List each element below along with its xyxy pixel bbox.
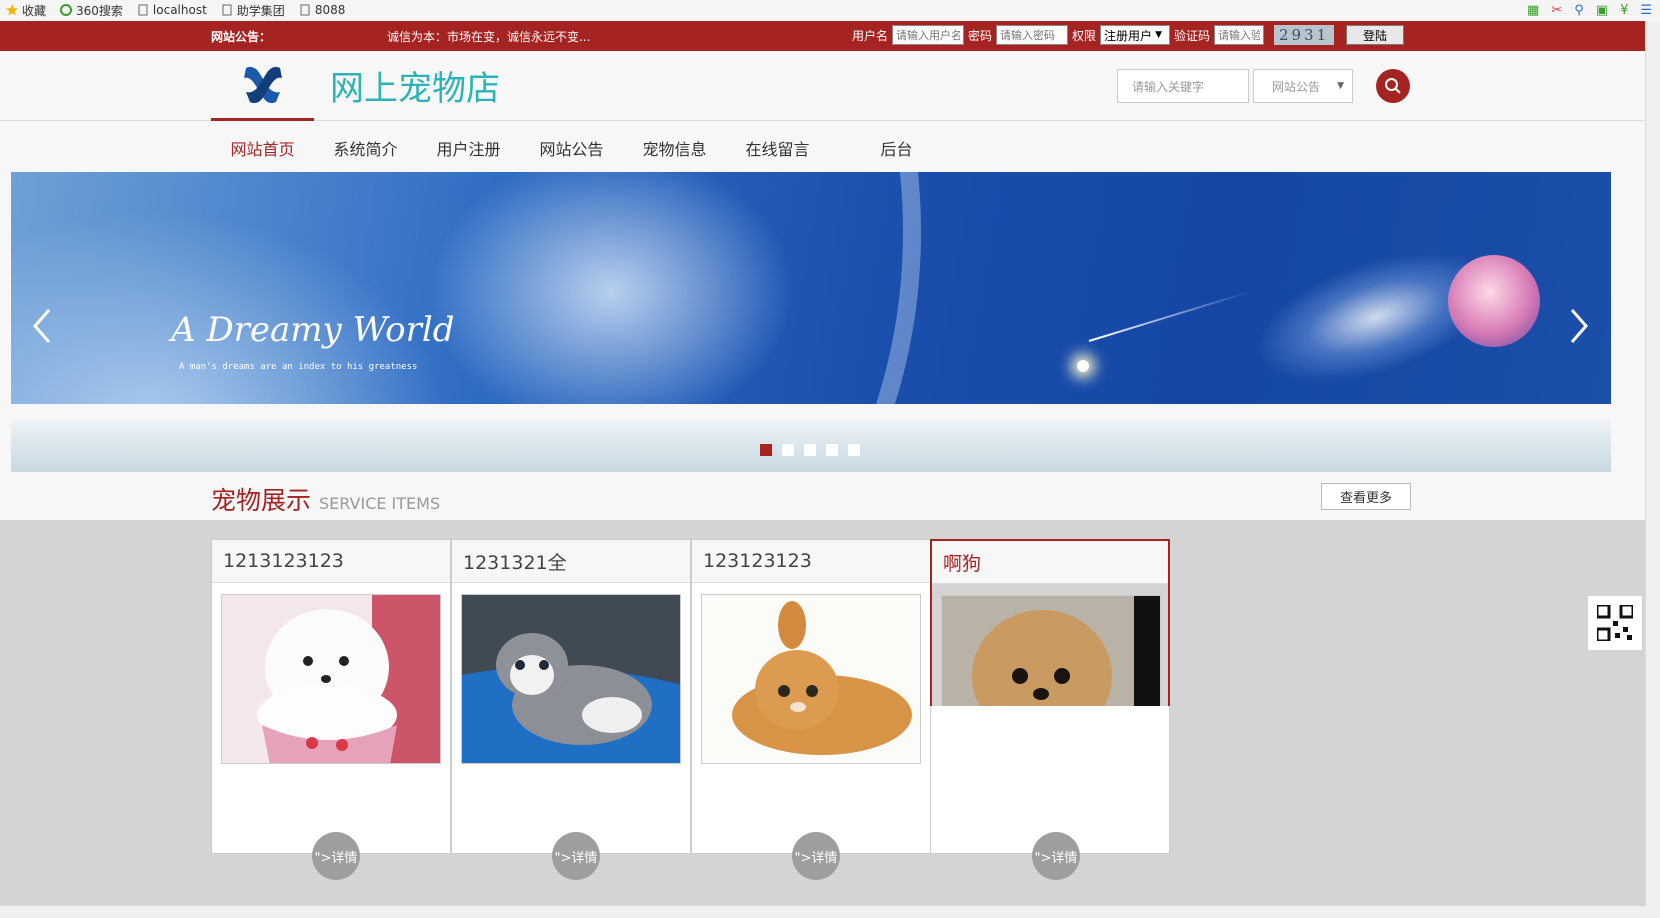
nav-admin[interactable]: 后台 — [845, 136, 948, 160]
dropdown-arrow-icon: ▼ — [1337, 81, 1344, 91]
search-icon — [1385, 78, 1401, 94]
logo-icon — [243, 66, 282, 103]
bookmarks-bar: 收藏 360搜索 localhost 助学集团 8088 ▦ ✂ ⚲ ▣ ¥ ☰ — [0, 0, 1660, 20]
scissors-icon[interactable]: ✂ — [1551, 3, 1562, 18]
page-icon — [137, 4, 149, 16]
orange-kitten-photo[interactable] — [701, 594, 921, 764]
nav-home[interactable]: 网站首页 — [211, 136, 314, 160]
carousel-dot[interactable] — [826, 444, 838, 456]
browser-toolbar-icons: ▦ ✂ ⚲ ▣ ¥ ☰ — [1527, 0, 1660, 20]
pet-card[interactable]: 123123123 — [691, 539, 931, 854]
captcha-input[interactable] — [1214, 25, 1265, 45]
section-title-cn: 宠物展示 — [211, 486, 312, 515]
login-button[interactable]: 登陆 — [1346, 25, 1405, 45]
username-input[interactable] — [892, 25, 965, 45]
game-icon[interactable]: ▣ — [1596, 3, 1608, 18]
banner-subtitle: A man's dreams are an index to his great… — [179, 362, 418, 372]
pet-detail-button[interactable]: ">详情 — [792, 832, 840, 880]
page-scrollbar[interactable] — [1645, 21, 1660, 906]
dropdown-arrow-icon: ▼ — [1155, 30, 1162, 40]
carousel-dot[interactable] — [782, 444, 794, 456]
login-form: 用户名 密码 权限 注册用户 ▼ 验证码 2931 登陆 — [852, 25, 1405, 45]
chevron-right-icon[interactable] — [1566, 306, 1590, 346]
username-label: 用户名 — [852, 28, 889, 43]
qr-code[interactable] — [1588, 596, 1642, 650]
page-icon — [221, 4, 233, 16]
bookmark-8088[interactable]: 8088 — [299, 3, 345, 17]
nav-announcements[interactable]: 网站公告 — [520, 136, 623, 160]
main-nav: 网站首页 系统简介 用户注册 网站公告 宠物信息 在线留言 后台 — [211, 136, 948, 160]
search-icon[interactable]: ⚲ — [1574, 3, 1584, 18]
view-more-button[interactable]: 查看更多 — [1321, 483, 1411, 510]
site-title: 网上宠物店 — [330, 69, 500, 109]
extension-icon[interactable]: ▦ — [1527, 3, 1539, 18]
pet-name: 1231321全 — [452, 540, 690, 583]
pet-name: 啊狗 — [932, 541, 1168, 584]
pet-detail-button[interactable]: ">详情 — [552, 832, 600, 880]
bookmark-zhuxue[interactable]: 助学集团 — [221, 2, 285, 19]
captcha-label: 验证码 — [1174, 28, 1211, 43]
browser-status-bar — [0, 906, 1660, 918]
star-icon — [6, 4, 18, 16]
nav-pet-info[interactable]: 宠物信息 — [623, 136, 726, 160]
section-title-en: SERVICE ITEMS — [319, 494, 441, 513]
gray-kitten-photo[interactable] — [461, 594, 681, 764]
nav-messages[interactable]: 在线留言 — [726, 136, 829, 160]
qr-code-icon — [1597, 605, 1633, 641]
keyword-search-input[interactable]: 请输入关键字 — [1117, 69, 1249, 103]
notice-marquee[interactable]: 诚信为本：市场在变，诚信永远不变... — [387, 28, 590, 45]
pet-card[interactable]: 1213123123 — [211, 539, 451, 854]
captcha-image[interactable]: 2931 — [1274, 25, 1335, 45]
role-select[interactable]: 注册用户 ▼ — [1100, 25, 1171, 45]
pet-card-active[interactable]: 啊狗 — [930, 539, 1170, 765]
planet-arc — [11, 172, 921, 404]
carousel-dots — [760, 444, 860, 456]
planet-graphic — [1448, 255, 1540, 347]
search-category-select[interactable]: 网站公告 ▼ — [1253, 69, 1353, 103]
chevron-left-icon[interactable] — [31, 306, 55, 346]
pet-name: 1213123123 — [212, 540, 450, 583]
carousel-dot[interactable] — [848, 444, 860, 456]
pet-name: 123123123 — [692, 540, 930, 583]
password-input[interactable] — [996, 25, 1069, 45]
menu-icon[interactable]: ☰ — [1640, 3, 1652, 18]
banner-title: A Dreamy World — [171, 310, 455, 350]
banner-carousel[interactable]: A Dreamy World A man's dreams are an ind… — [11, 172, 1611, 404]
top-notice-bar: 网站公告： 诚信为本：市场在变，诚信永远不变... 用户名 密码 权限 注册用户… — [0, 21, 1645, 51]
page-icon — [299, 4, 311, 16]
bookmark-360-search[interactable]: 360搜索 — [60, 2, 123, 19]
site-header: 网上宠物店 请输入关键字 网站公告 ▼ — [0, 51, 1645, 121]
carousel-dot[interactable] — [804, 444, 816, 456]
password-label: 密码 — [968, 28, 993, 43]
carousel-dot[interactable] — [760, 444, 772, 456]
site-logo[interactable] — [211, 51, 314, 121]
pet-card[interactable]: 1231321全 — [451, 539, 691, 854]
role-label: 权限 — [1072, 28, 1097, 43]
white-puppy-photo[interactable] — [221, 594, 441, 764]
bright-star — [1077, 360, 1089, 372]
pets-section-title: 宠物展示 SERVICE ITEMS — [211, 481, 440, 517]
nav-register[interactable]: 用户注册 — [417, 136, 520, 160]
pet-detail-button[interactable]: ">详情 — [312, 832, 360, 880]
nav-system-intro[interactable]: 系统简介 — [314, 136, 417, 160]
notice-label: 网站公告： — [211, 30, 272, 44]
comet-trail — [1088, 290, 1252, 342]
bookmark-favorites[interactable]: 收藏 — [6, 2, 46, 19]
bookmark-localhost[interactable]: localhost — [137, 3, 207, 17]
search-button[interactable] — [1376, 69, 1410, 103]
wallet-icon[interactable]: ¥ — [1620, 3, 1628, 18]
360-logo-icon — [60, 4, 73, 16]
pet-detail-button[interactable]: ">详情 — [1032, 832, 1080, 880]
